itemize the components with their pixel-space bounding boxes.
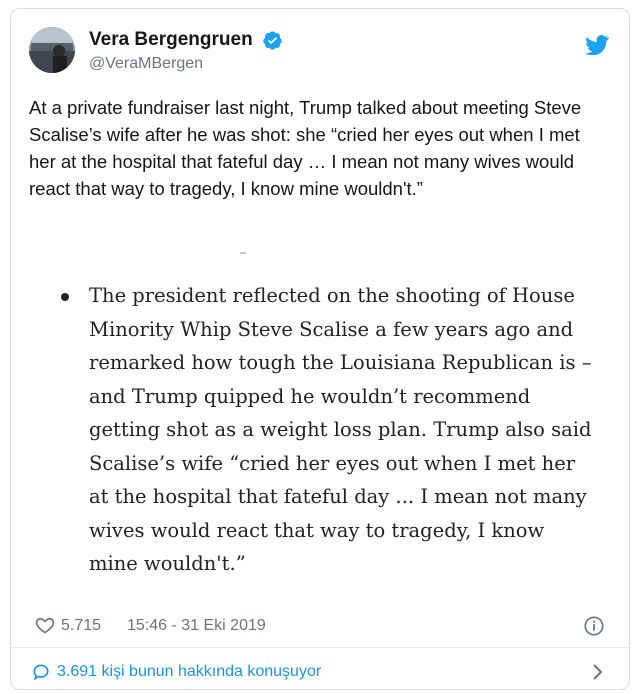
author-handle[interactable]: @VeraMBergen (89, 55, 283, 73)
tweet-meta: 5.715 15:46 - 31 Eki 2019 (29, 615, 611, 639)
info-icon[interactable] (583, 615, 605, 637)
quote-text: The president reflected on the shooting … (89, 284, 592, 575)
divider (240, 252, 246, 254)
author-name[interactable]: Vera Bergengruen (89, 29, 253, 51)
bullet-point (61, 293, 69, 301)
quoted-article-excerpt: The president reflected on the shooting … (53, 279, 593, 581)
speech-bubble-icon (33, 664, 49, 681)
footer-divider (11, 647, 629, 648)
author-block[interactable]: Vera Bergengruen @VeraMBergen (89, 29, 283, 73)
timestamp[interactable]: 15:46 - 31 Eki 2019 (127, 617, 266, 635)
verified-badge-icon (263, 30, 282, 50)
conversation-text[interactable]: 3.691 kişi bunun hakkında konuşuyor (57, 663, 321, 681)
tweet-card: Vera Bergengruen @VeraMBergen At a priva… (10, 8, 630, 690)
tweet-text: At a private fundraiser last night, Trum… (29, 97, 582, 199)
twitter-bird-icon[interactable] (585, 35, 609, 55)
like-count[interactable]: 5.715 (61, 617, 101, 635)
tweet-header: Vera Bergengruen @VeraMBergen (29, 25, 611, 81)
chevron-right-icon[interactable] (591, 663, 603, 681)
avatar[interactable] (29, 27, 75, 73)
heart-icon[interactable] (35, 615, 55, 635)
conversation-link[interactable]: 3.691 kişi bunun hakkında konuşuyor (29, 661, 611, 685)
